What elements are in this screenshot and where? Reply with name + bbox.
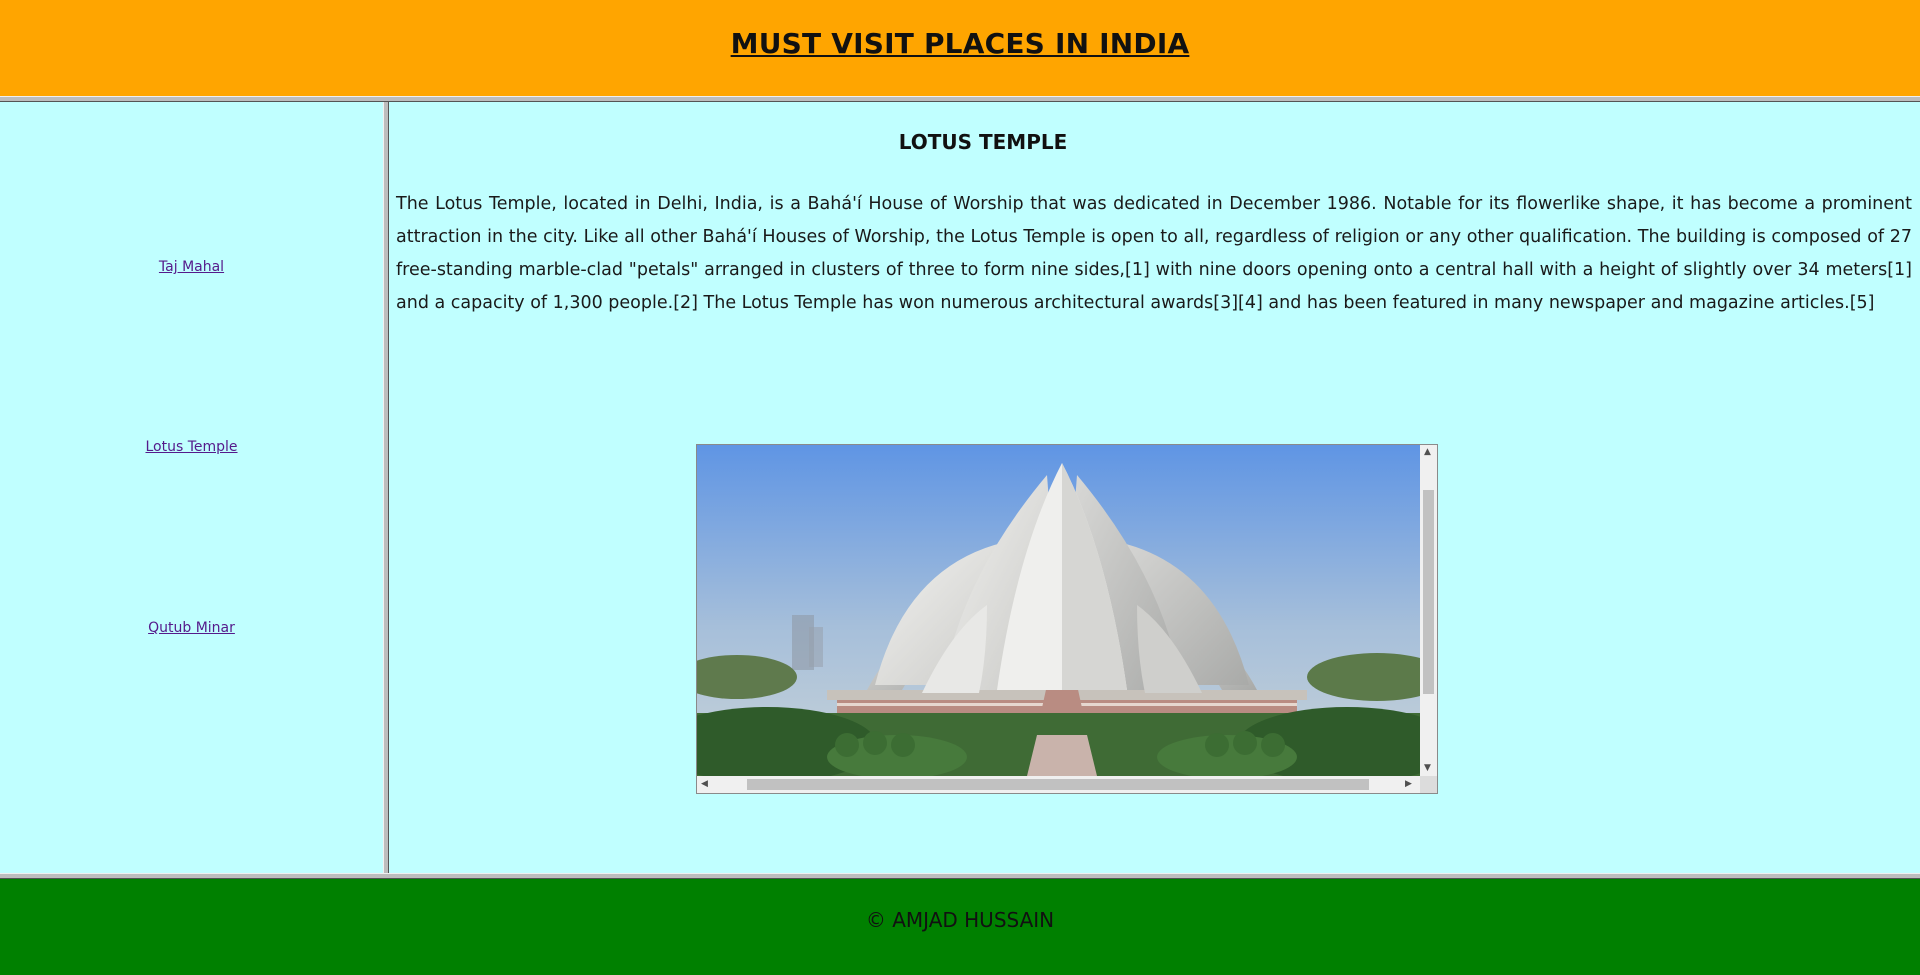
content-heading: LOTUS TEMPLE: [898, 130, 1068, 154]
sidebar-link-lotus-temple[interactable]: Lotus Temple: [0, 439, 383, 455]
page: MUST VISIT PLACES IN INDIA Taj Mahal Lot…: [0, 0, 1920, 975]
scroll-down-arrow-icon[interactable]: ▼: [1424, 763, 1431, 773]
scrollbar-corner: [1420, 776, 1437, 793]
horizontal-scrollbar[interactable]: ◀ ▶: [697, 776, 1420, 793]
content-paragraph: The Lotus Temple, located in Delhi, Indi…: [396, 194, 1912, 313]
scroll-up-arrow-icon[interactable]: ▲: [1424, 447, 1431, 457]
sidebar-frame: Taj Mahal Lotus Temple Qutub Minar: [0, 102, 383, 873]
vertical-scroll-thumb[interactable]: [1423, 490, 1434, 694]
horizontal-scroll-thumb[interactable]: [747, 779, 1369, 790]
vertical-scrollbar[interactable]: ▲ ▼: [1420, 445, 1437, 776]
lotus-temple-image: [697, 445, 1420, 776]
footer-frame: © AMJAD HUSSAIN: [0, 879, 1920, 975]
scroll-left-arrow-icon[interactable]: ◀: [701, 779, 708, 789]
header-frame: MUST VISIT PLACES IN INDIA: [0, 0, 1920, 96]
image-iframe[interactable]: ▲ ▼ ◀ ▶: [696, 444, 1438, 794]
sidebar-link-taj-mahal[interactable]: Taj Mahal: [0, 259, 383, 275]
scroll-right-arrow-icon[interactable]: ▶: [1405, 779, 1412, 789]
sidebar-link-qutub-minar[interactable]: Qutub Minar: [0, 620, 383, 636]
page-title: MUST VISIT PLACES IN INDIA: [730, 26, 1190, 60]
main-content-frame: LOTUS TEMPLE The Lotus Temple, located i…: [389, 102, 1920, 873]
footer-copyright: © AMJAD HUSSAIN: [865, 908, 1055, 932]
